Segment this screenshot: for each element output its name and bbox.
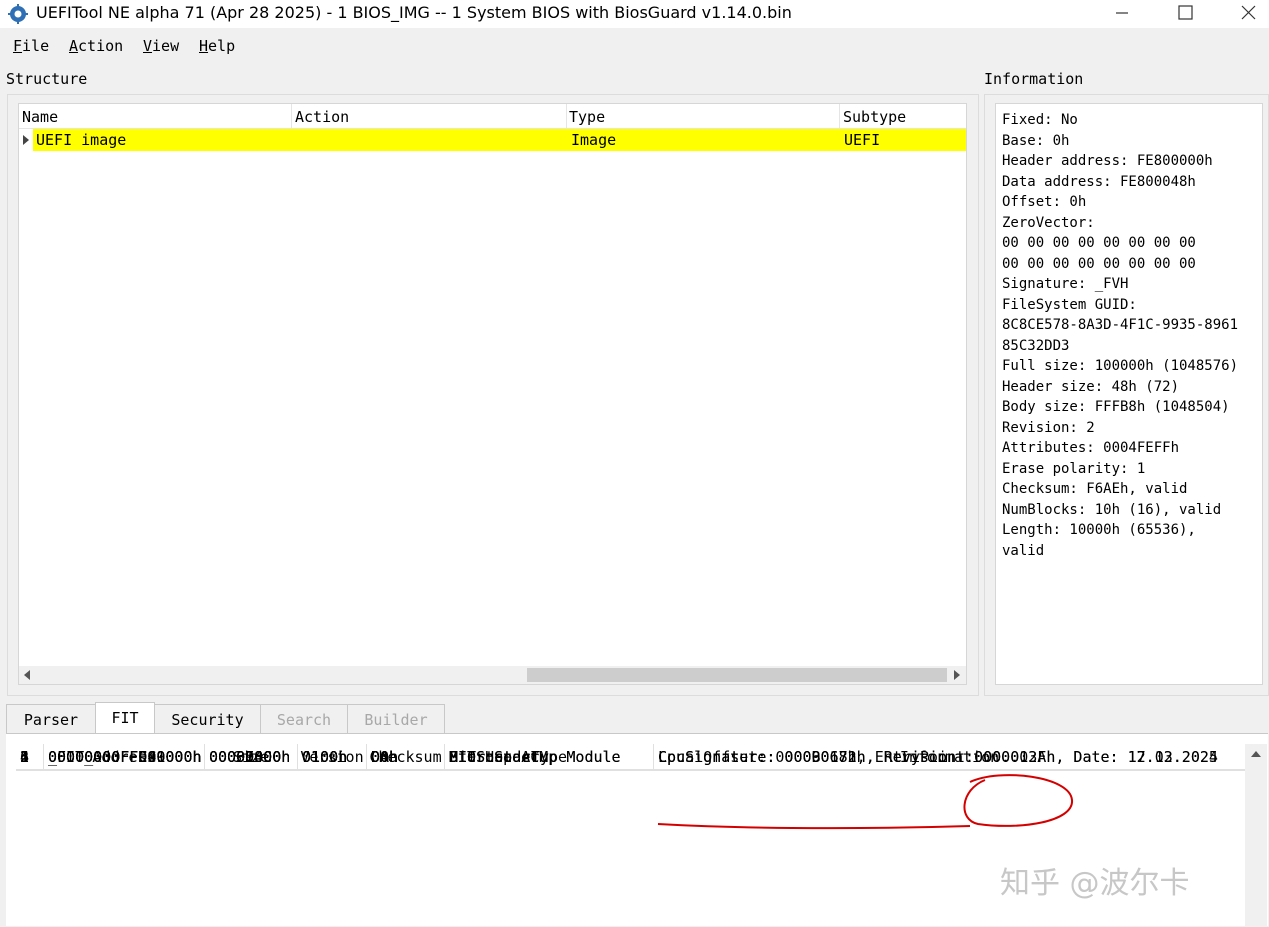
column-name[interactable]: Name <box>22 108 58 126</box>
tree-row-uefi-image[interactable]: UEFI image Image UEFI <box>33 129 966 151</box>
fit-cell-version: 0100h <box>298 744 367 770</box>
minimize-button[interactable] <box>1092 0 1152 28</box>
close-button[interactable] <box>1218 0 1269 28</box>
column-subtype[interactable]: Subtype <box>843 108 906 126</box>
fit-cell-n: 6 <box>16 744 44 770</box>
expand-arrow-icon[interactable] <box>22 135 30 145</box>
fit-cell-address: 00000000FFE90000h <box>44 744 205 770</box>
information-panel: Fixed: No Base: 0h Header address: FE800… <box>984 94 1269 696</box>
scroll-left-icon[interactable] <box>23 670 31 680</box>
menu-action[interactable]: Action <box>69 37 123 55</box>
structure-panel: Name Action Type Subtype UEFI image Imag… <box>7 94 979 696</box>
window-title: UEFITool NE alpha 71 (Apr 28 2025) - 1 B… <box>36 3 792 22</box>
structure-tree[interactable]: Name Action Type Subtype UEFI image Imag… <box>18 103 967 685</box>
fit-cell-type: BIOS Startup Module <box>445 744 654 770</box>
fit-table-row[interactable] <box>16 797 1246 823</box>
structure-label: Structure <box>6 70 88 88</box>
maximize-button[interactable] <box>1155 0 1215 28</box>
fit-cell-checksum: 00h <box>367 744 445 770</box>
information-text: Fixed: No Base: 0h Header address: FE800… <box>1002 112 1239 559</box>
fit-table-row[interactable] <box>16 901 1246 927</box>
tab-search: Search <box>260 704 348 733</box>
horizontal-scrollbar[interactable] <box>19 666 966 684</box>
tab-fit[interactable]: FIT <box>95 702 155 735</box>
title-bar: UEFITool NE alpha 71 (Apr 28 2025) - 1 B… <box>0 0 1269 28</box>
watermark: 知乎 @波尔卡 <box>1000 866 1190 901</box>
tree-row-subtype: UEFI <box>844 131 881 149</box>
scroll-right-icon[interactable] <box>953 670 961 680</box>
vertical-scrollbar[interactable] <box>1245 744 1267 926</box>
fit-table-row[interactable] <box>16 823 1246 849</box>
tree-row-name: UEFI image <box>36 131 127 149</box>
uefitool-app-icon <box>8 4 28 24</box>
information-label: Information <box>984 70 1084 88</box>
scroll-up-icon[interactable] <box>1251 750 1261 758</box>
tab-parser[interactable]: Parser <box>6 704 96 733</box>
column-type[interactable]: Type <box>569 108 605 126</box>
menu-help[interactable]: Help <box>199 37 235 55</box>
tree-row-type: Image <box>571 131 617 149</box>
scrollbar-thumb[interactable] <box>527 668 947 682</box>
fit-cell-info <box>654 744 1246 770</box>
menu-file[interactable]: File <box>13 37 49 55</box>
column-action[interactable]: Action <box>295 108 349 126</box>
menu-bar: File Action View Help <box>0 34 1269 58</box>
menu-view[interactable]: View <box>143 37 179 55</box>
information-box[interactable]: Fixed: No Base: 0h Header address: FE800… <box>995 103 1263 685</box>
tab-builder: Builder <box>347 704 445 733</box>
fit-table-row[interactable] <box>16 771 1246 797</box>
fit-cell-size: 00001000h <box>205 744 298 770</box>
tab-security[interactable]: Security <box>154 704 261 733</box>
tree-header: Name Action Type Subtype <box>19 104 966 129</box>
